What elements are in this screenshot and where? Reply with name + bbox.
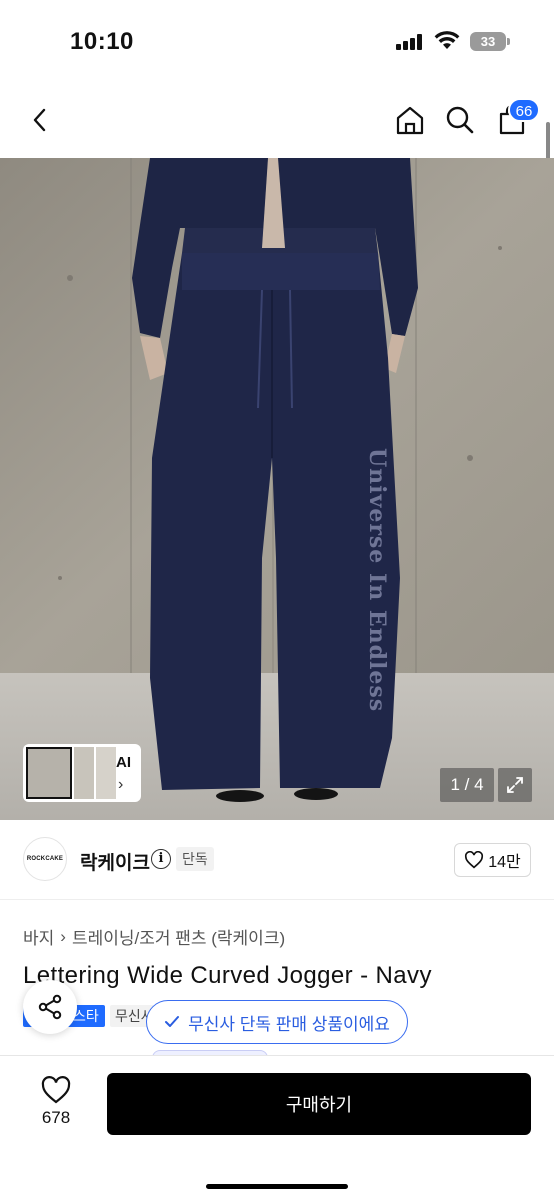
chevron-right-icon: › [60,926,66,946]
tooltip-text: 무신사 단독 판매 상품이에요 [188,1014,390,1034]
nav-bar [0,84,554,158]
wifi-icon [434,31,460,49]
breadcrumb-category[interactable]: 바지 [23,924,54,949]
image-counter: 1 / 4 [440,768,494,802]
battery-cap [507,38,510,45]
status-bar: 10:10 33 [0,0,554,84]
brand-like-button[interactable]: 14만 [454,843,531,877]
battery-icon: 33 [470,32,506,51]
product-image[interactable]: Universe In Endless [0,158,554,820]
svg-text:Universe In Endless: Universe In Endless [364,448,390,712]
thumbnail-3[interactable] [96,747,116,799]
buy-button[interactable]: 구매하기 [107,1073,531,1135]
back-button[interactable] [22,102,58,138]
heart-icon [465,851,484,869]
brand-name[interactable]: 락케이크 [80,848,150,875]
product-title: Lettering Wide Curved Jogger - Navy [23,962,432,989]
home-icon [396,106,424,135]
status-time: 10:10 [70,28,134,55]
wishlist-count: 678 [41,1108,71,1127]
search-button[interactable] [442,102,478,138]
chevron-left-icon [33,108,46,132]
ai-label: AI [116,754,131,771]
brand-logo[interactable]: ROCKCAKE [23,837,67,881]
search-icon [446,106,474,134]
breadcrumb-subcategory[interactable]: 트레이닝/조거 팬츠 (락케이크) [72,924,285,949]
home-indicator [206,1184,348,1189]
thumbnail-1[interactable] [26,747,72,799]
brand-like-count: 14만 [488,854,521,871]
breadcrumb: 바지 › 트레이닝/조거 팬츠 (락케이크) [23,924,285,949]
wishlist-heart-icon[interactable] [40,1075,72,1105]
share-icon [38,994,62,1020]
cart-count-badge: 66 [508,98,540,122]
info-icon[interactable]: i [151,849,171,869]
share-button[interactable] [23,980,77,1034]
thumbnail-2[interactable] [74,747,94,799]
signal-icon [396,34,424,50]
product-photo: Universe In Endless [0,158,554,820]
expand-icon [507,777,523,793]
chevron-right-icon: › [118,776,124,793]
expand-button[interactable] [498,768,532,802]
home-button[interactable] [392,102,428,138]
check-icon [165,1016,180,1027]
exclusive-badge: 단독 [176,847,214,871]
exclusive-tooltip: 무신사 단독 판매 상품이에요 [146,1000,408,1044]
section-divider [0,899,554,900]
